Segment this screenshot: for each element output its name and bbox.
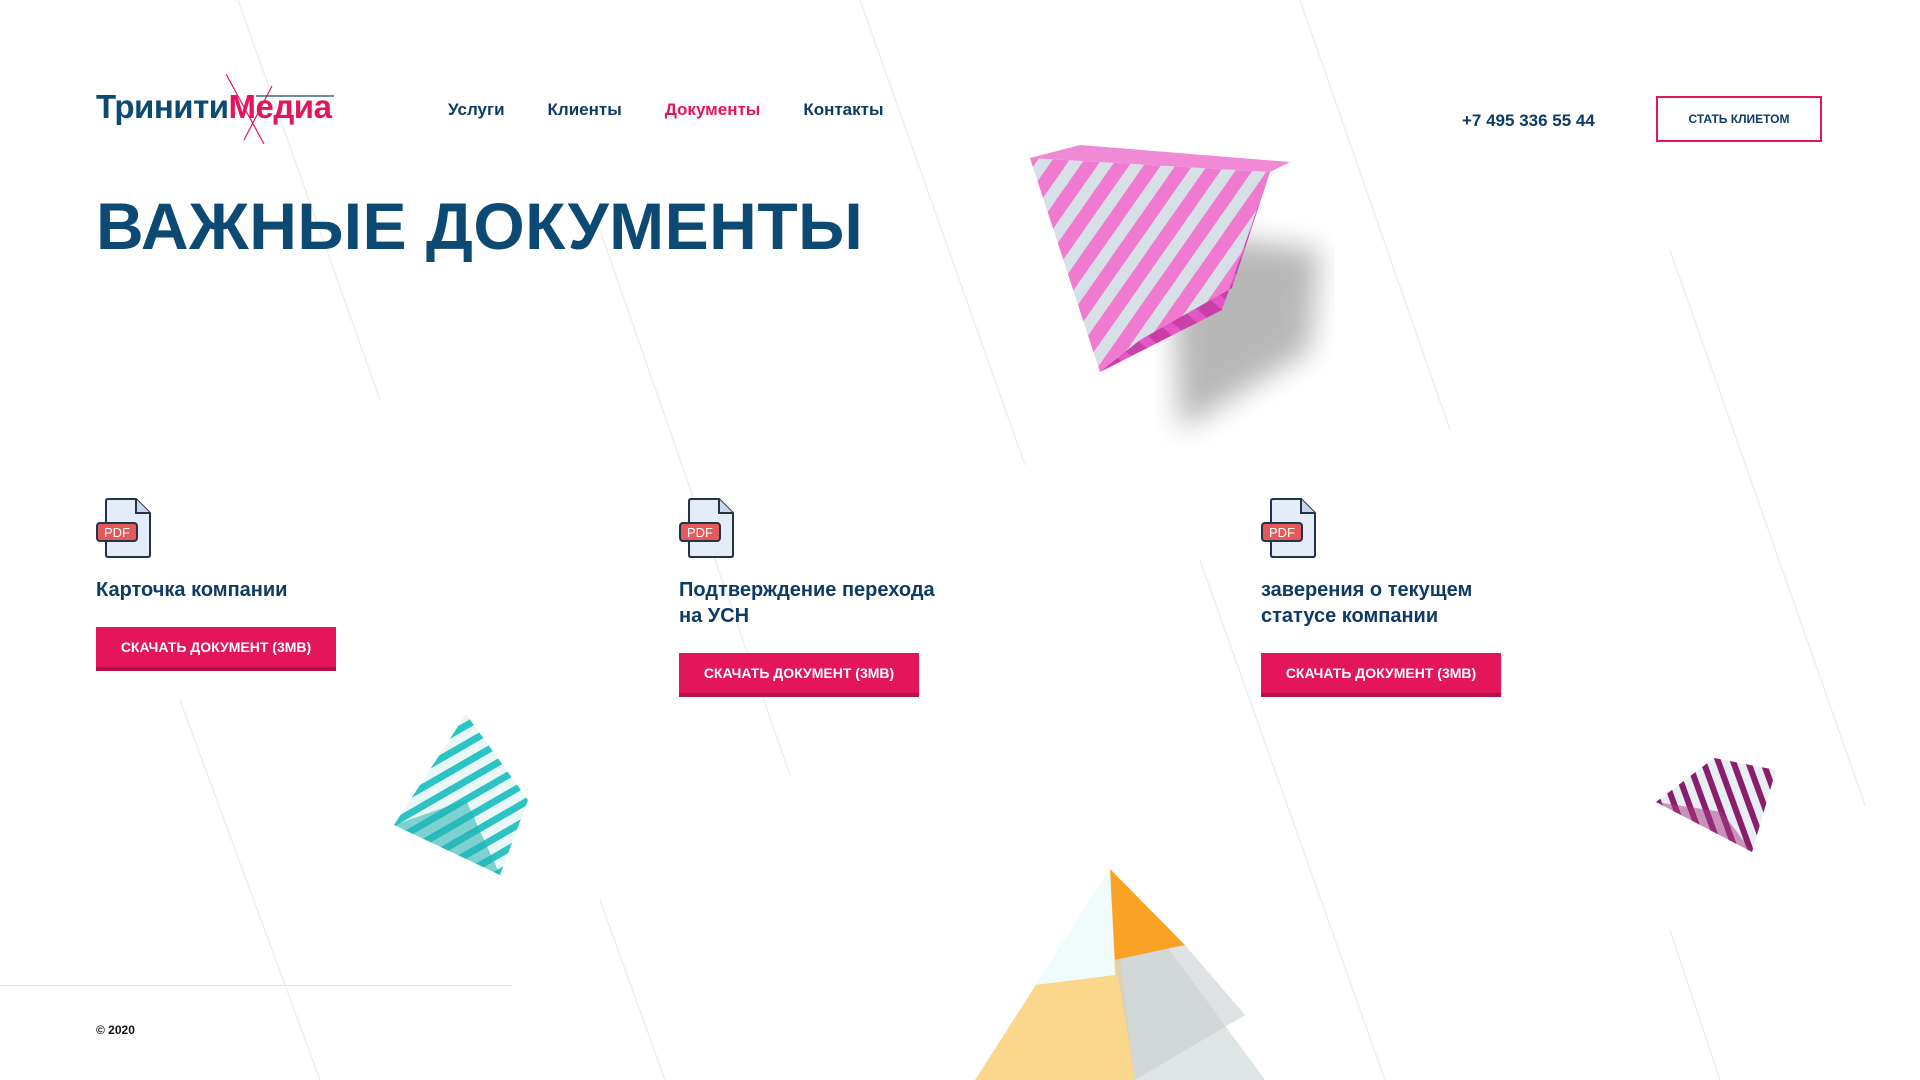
pdf-label: PDF <box>687 525 713 540</box>
document-card: PDF Подтверждение перехода на УСН СКАЧАТ… <box>679 497 1099 693</box>
nav-item-clients[interactable]: Клиенты <box>548 100 622 120</box>
purple-striped-pyramid-decoration <box>1656 758 1776 852</box>
logo-text-part2: Медиа <box>228 88 332 125</box>
download-document-button[interactable]: СКАЧАТЬ ДОКУМЕНТ (3MB) <box>679 653 919 693</box>
pdf-file-icon: PDF <box>679 498 734 558</box>
nav-item-contacts[interactable]: Контакты <box>803 100 883 120</box>
download-document-button[interactable]: СКАЧАТЬ ДОКУМЕНТ (3MB) <box>1261 653 1501 693</box>
document-title: заверения о текущем статусе компании <box>1261 579 1473 627</box>
nav-item-services[interactable]: Услуги <box>448 100 505 120</box>
pdf-file-icon: PDF <box>1261 498 1316 558</box>
nav-item-documents[interactable]: Документы <box>665 100 761 120</box>
logo-text-part1: Тринити <box>96 88 229 125</box>
document-title: Подтверждение перехода на УСН <box>679 579 935 627</box>
pink-striped-cube-decoration <box>1030 145 1320 430</box>
orange-pyramid-decoration <box>975 869 1265 1080</box>
pdf-label: PDF <box>104 525 130 540</box>
download-document-button[interactable]: СКАЧАТЬ ДОКУМЕНТ (3MB) <box>96 627 336 667</box>
logo-wordmark: ТринитиМедиа <box>96 88 332 126</box>
document-card: PDF Карточка компании СКАЧАТЬ ДОКУМЕНТ (… <box>96 497 516 667</box>
copyright: © 2020 <box>96 1023 135 1037</box>
main-nav: Услуги Клиенты Документы Контакты <box>448 100 884 120</box>
document-card: PDF заверения о текущем статусе компании… <box>1261 497 1681 693</box>
phone-number-link[interactable]: +7 495 336 55 44 <box>1462 111 1595 131</box>
page-title: ВАЖНЫЕ ДОКУМЕНТЫ <box>96 189 864 263</box>
pdf-file-icon: PDF <box>96 498 151 558</box>
teal-striped-pyramid-decoration <box>394 714 528 875</box>
become-client-button[interactable]: СТАТЬ КЛИЕТОМ <box>1656 96 1822 142</box>
footer-divider <box>0 985 512 986</box>
document-title: Карточка компании <box>96 579 288 601</box>
logo[interactable]: ТринитиМедиа <box>96 74 366 144</box>
pdf-label: PDF <box>1269 525 1295 540</box>
